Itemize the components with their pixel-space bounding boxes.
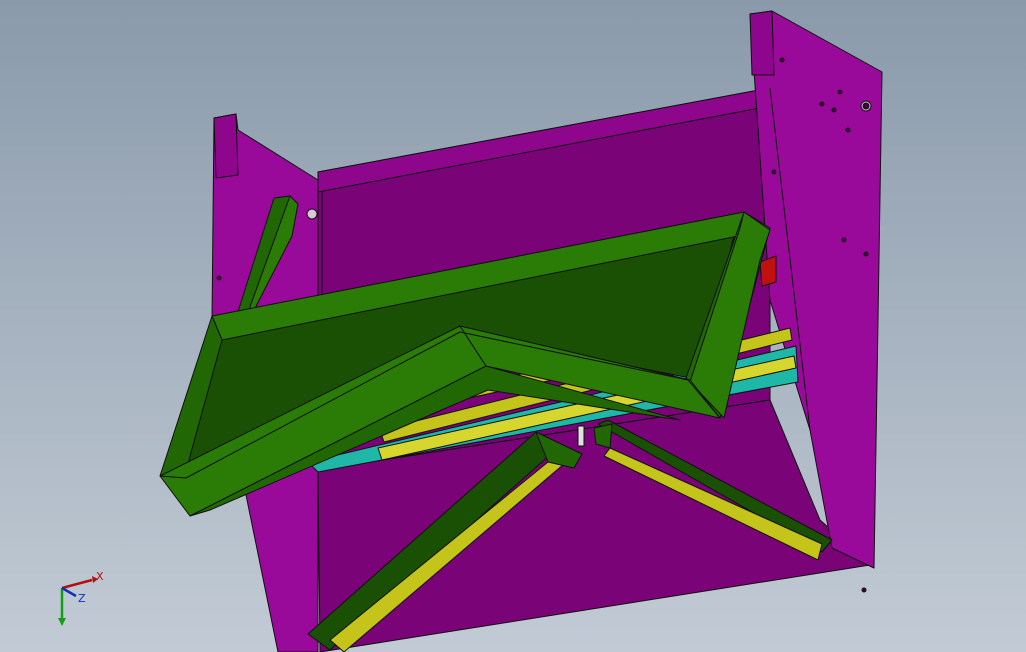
assembly-model[interactable] <box>0 0 1026 652</box>
hole <box>863 251 869 257</box>
hole <box>841 237 847 243</box>
hole <box>831 107 837 113</box>
lower-right-guide-face <box>593 423 613 449</box>
left-plate-tab <box>213 113 239 179</box>
hole <box>779 57 785 63</box>
hole <box>845 127 851 133</box>
hole <box>771 169 777 175</box>
hole <box>861 587 867 593</box>
z-axis-label: Z <box>78 592 86 605</box>
x-axis-label: X <box>96 570 104 583</box>
axis-triad: X Z <box>58 570 104 626</box>
hole <box>862 102 870 110</box>
x-axis-arrow <box>61 578 93 590</box>
y-axis-arrowhead <box>58 618 66 626</box>
3d-viewport[interactable]: X Z <box>0 0 1026 652</box>
hole <box>819 101 825 107</box>
z-axis-arrow <box>61 586 77 598</box>
right-plate-tab <box>749 10 775 76</box>
hole <box>306 208 318 220</box>
hole <box>216 275 222 281</box>
center-pin <box>577 425 585 447</box>
hole <box>837 89 843 95</box>
